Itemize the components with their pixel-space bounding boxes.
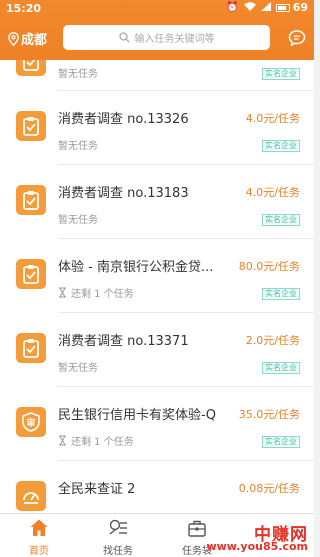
battery-indicator: 69 — [275, 1, 308, 14]
search-placeholder: 输入任务关键词等 — [134, 34, 215, 45]
task-status: 暂无任务 — [58, 69, 98, 80]
nav-row: 成都 输入任务关键词等 — [0, 24, 314, 54]
alarm-icon: ⏰ — [226, 2, 239, 13]
task-title: 消费者调查 no.13326 — [58, 112, 189, 127]
find-task-icon — [109, 519, 127, 535]
task-title: 全民来查证 2 — [58, 482, 136, 497]
home-icon — [30, 519, 48, 536]
task-status: 还剩 1 个任务 — [58, 285, 134, 300]
task-item[interactable]: 体验 - 南京银行公积金贷... 80.0元/任务 还剩 1 个任务 实名企业 — [0, 239, 314, 312]
search-icon — [118, 32, 130, 43]
message-button[interactable] — [288, 29, 306, 47]
task-item[interactable]: 全民来查证 2 0.08元/任务 — [0, 461, 314, 513]
task-price: 0.08元/任务 — [238, 482, 300, 495]
status-time: 15:20 — [6, 2, 42, 15]
task-price: 80.0元/任务 — [238, 260, 300, 273]
review-badge-icon: 审 — [16, 407, 46, 437]
watermark-logo: 中赚网 www.you85.com — [206, 520, 312, 554]
battery-level: 69 — [292, 1, 308, 14]
search-input[interactable]: 输入任务关键词等 — [63, 25, 270, 50]
verified-company-badge: 实名企业 — [262, 362, 300, 374]
watermark-url: www.you85.com — [206, 540, 308, 553]
task-price: 35.0元/任务 — [238, 408, 300, 421]
task-title: 民生银行信用卡有奖体验-Q — [58, 408, 216, 423]
task-price: 2.0元/任务 — [245, 334, 300, 347]
task-item[interactable]: 消费者调查 no.13183 4.0元/任务 暂无任务 实名企业 — [0, 165, 314, 238]
status-bar: 15:20 ⏰ 69 — [0, 0, 314, 18]
task-list: 暂无任务 实名企业 消费者调查 no.13326 4.0元/任务 暂无任务 实名… — [0, 60, 314, 513]
task-title: 消费者调查 no.13371 — [58, 334, 189, 349]
city-selector[interactable]: 成都 — [8, 29, 47, 48]
task-item[interactable]: 消费者调查 no.13371 2.0元/任务 暂无任务 实名企业 — [0, 313, 314, 386]
task-price: 4.0元/任务 — [245, 186, 300, 199]
tab-label: 找任务 — [103, 546, 133, 557]
task-status: 暂无任务 — [58, 363, 98, 374]
hourglass-icon — [59, 287, 66, 298]
tab-home[interactable]: 首页 — [0, 514, 78, 557]
status-icons: ⏰ 69 — [226, 1, 308, 14]
review-badge-text: 审 — [26, 417, 35, 429]
verified-company-badge: 实名企业 — [262, 288, 300, 300]
verified-company-badge: 实名企业 — [262, 436, 300, 448]
task-item[interactable]: 暂无任务 实名企业 — [0, 60, 314, 90]
task-status: 还剩 1 个任务 — [58, 433, 134, 448]
app-header: 15:20 ⏰ 69 成都 输入任务关键词等 — [0, 0, 314, 60]
battery-icon — [275, 3, 290, 12]
verified-company-badge: 实名企业 — [262, 140, 300, 152]
clipboard-icon — [16, 60, 46, 76]
task-item[interactable]: 消费者调查 no.13326 4.0元/任务 暂无任务 实名企业 — [0, 91, 314, 164]
verified-company-badge: 实名企业 — [262, 214, 300, 226]
clipboard-icon — [16, 185, 46, 215]
chat-bubble-icon — [288, 30, 306, 47]
speedometer-icon — [16, 481, 46, 511]
task-status: 暂无任务 — [58, 141, 98, 152]
task-status: 暂无任务 — [58, 215, 98, 226]
signal-icon — [260, 1, 271, 14]
hourglass-icon — [59, 435, 66, 446]
task-title: 体验 - 南京银行公积金贷... — [58, 260, 214, 275]
task-bag-icon — [188, 520, 206, 537]
task-price: 4.0元/任务 — [245, 112, 300, 125]
verified-company-badge: 实名企业 — [262, 68, 300, 80]
wifi-icon — [243, 1, 256, 14]
clipboard-icon — [16, 333, 46, 363]
task-title: 消费者调查 no.13183 — [58, 186, 189, 201]
city-name: 成都 — [21, 33, 48, 48]
tab-label: 首页 — [29, 546, 49, 557]
location-pin-icon — [8, 31, 19, 46]
task-item[interactable]: 审 民生银行信用卡有奖体验-Q 35.0元/任务 还剩 1 个任务 实名企业 — [0, 387, 314, 460]
clipboard-icon — [16, 111, 46, 141]
tab-find-task[interactable]: 找任务 — [79, 514, 157, 557]
clipboard-icon — [16, 259, 46, 289]
